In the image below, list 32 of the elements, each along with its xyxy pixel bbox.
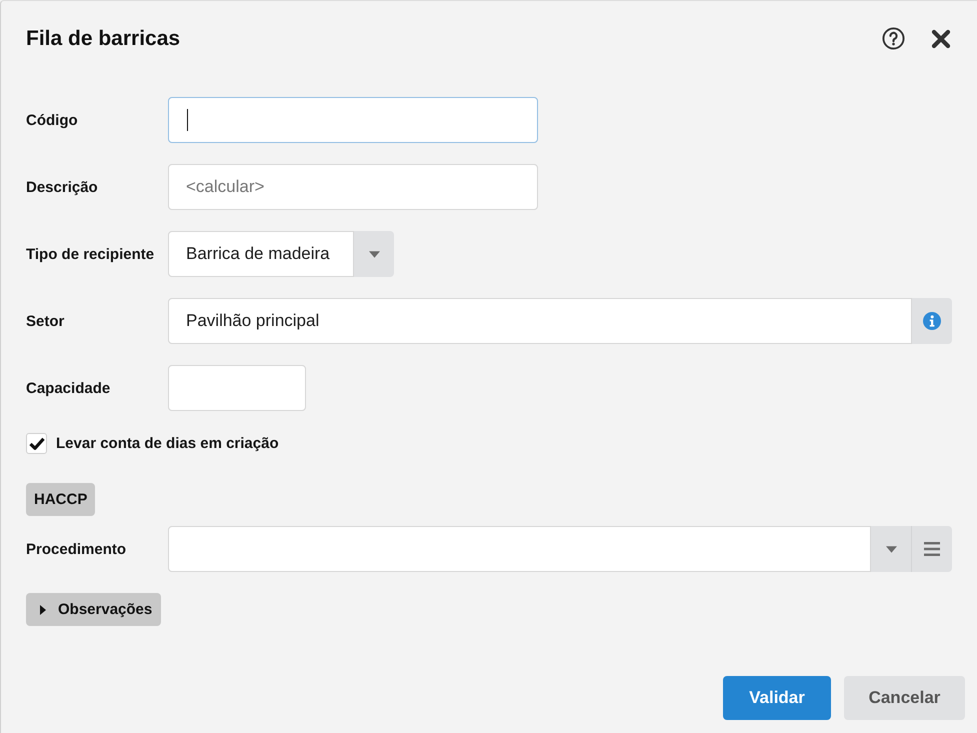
caret-down-icon [886,546,896,552]
dialog-title: Fila de barricas [26,26,182,50]
help-icon[interactable] [882,27,905,50]
expander-button[interactable]: Observações [26,593,162,626]
field-label: Capacidade [26,380,112,396]
list-button[interactable] [911,526,952,572]
dropdown-button[interactable] [871,526,911,572]
info-icon [923,312,941,330]
caret-down-icon [368,250,380,258]
field-label: Tipo de recipiente [26,246,156,262]
number-field[interactable] [168,365,306,411]
field-label: Descrição [26,178,99,196]
section-label: HACCP [26,483,96,516]
text-cursor-icon [187,109,188,131]
checkbox[interactable] [26,432,47,454]
field-label: Setor [26,312,66,330]
cancel-button[interactable]: Cancelar [844,676,965,720]
checkbox-label: Levar conta de dias em criação [56,434,279,452]
text-field[interactable] [168,97,538,143]
caret-right-icon [40,604,46,614]
info-button[interactable] [912,298,952,344]
field-label: Procedimento [26,540,128,558]
validate-button[interactable]: Validar [723,676,831,720]
field-label: Código [26,112,79,128]
select-field[interactable]: Barrica de madeira [168,231,354,277]
check-icon [28,436,44,450]
menu-icon [924,542,940,556]
text-field[interactable]: <calcular> [168,164,538,210]
dropdown-button[interactable] [354,231,394,277]
text-field[interactable]: Pavilhão principal [168,298,912,344]
close-icon[interactable] [931,28,951,48]
select-field[interactable] [168,526,871,572]
